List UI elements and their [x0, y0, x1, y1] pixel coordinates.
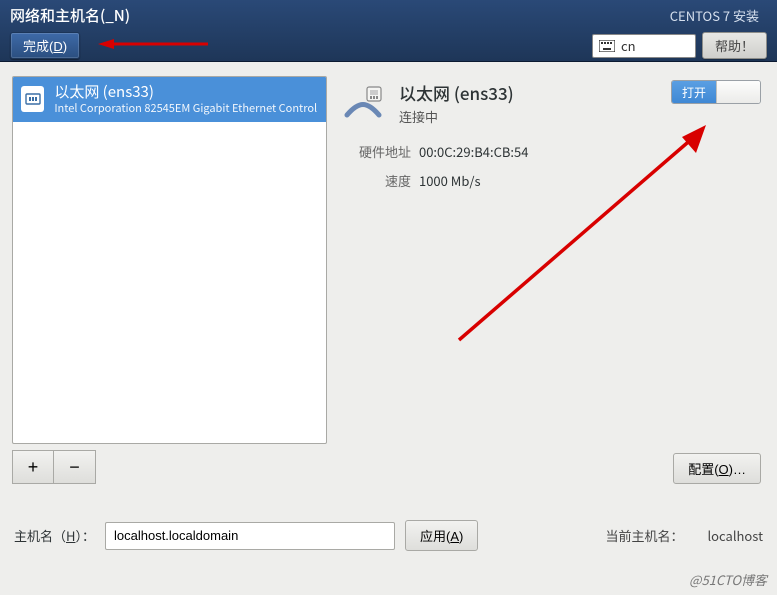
- page-title: 网络和主机名(_N): [10, 5, 130, 26]
- configure-button[interactable]: 配置(O)…: [673, 453, 761, 484]
- add-remove-toolbar: + −: [12, 450, 327, 484]
- help-button[interactable]: 帮助！: [702, 32, 767, 59]
- current-hostname-label: 当前主机名：: [605, 526, 683, 545]
- network-left-panel: 以太网 (ens33) Intel Corporation 82545EM Gi…: [12, 76, 327, 484]
- toggle-knob: [716, 81, 760, 103]
- hostname-row: 主机名（H）： 应用(A) 当前主机名： localhost: [0, 484, 777, 551]
- hostname-input[interactable]: [105, 522, 395, 550]
- network-detail-panel: 以太网 (ens33) 连接中 打开 硬件地址 00:0C:29:B4:CB:5…: [341, 76, 765, 484]
- network-device-item[interactable]: 以太网 (ens33) Intel Corporation 82545EM Gi…: [13, 77, 326, 122]
- network-item-name: 以太网 (ens33): [54, 83, 318, 102]
- network-device-list[interactable]: 以太网 (ens33) Intel Corporation 82545EM Gi…: [12, 76, 327, 444]
- device-title: 以太网 (ens33): [399, 80, 514, 105]
- header-bar: 网络和主机名(_N) CENTOS 7 安装 完成(D) cn 帮助！: [0, 0, 777, 62]
- add-device-button[interactable]: +: [12, 450, 54, 484]
- done-button[interactable]: 完成(D): [10, 32, 80, 59]
- speed-value: 1000 Mb/s: [419, 171, 765, 190]
- ethernet-large-icon: [341, 81, 385, 125]
- apply-hostname-button[interactable]: 应用(A): [405, 520, 478, 551]
- network-toggle[interactable]: 打开: [671, 80, 761, 104]
- remove-device-button[interactable]: −: [54, 450, 96, 484]
- mac-value: 00:0C:29:B4:CB:54: [419, 142, 765, 161]
- keyboard-icon: [599, 40, 615, 52]
- current-hostname-value: localhost: [707, 526, 763, 545]
- watermark: @51CTO博客: [689, 570, 767, 589]
- mac-label: 硬件地址: [341, 142, 411, 161]
- ethernet-icon: [21, 86, 44, 112]
- keyboard-layout-indicator[interactable]: cn: [592, 34, 696, 58]
- device-status: 连接中: [399, 107, 514, 126]
- network-item-desc: Intel Corporation 82545EM Gigabit Ethern…: [54, 102, 318, 116]
- main-content: 以太网 (ens33) Intel Corporation 82545EM Gi…: [0, 62, 777, 484]
- toggle-on-label: 打开: [672, 81, 716, 103]
- hostname-label: 主机名（H）：: [14, 526, 95, 545]
- install-title: CENTOS 7 安装: [670, 6, 759, 25]
- keyboard-layout-label: cn: [621, 36, 636, 55]
- speed-label: 速度: [341, 171, 411, 190]
